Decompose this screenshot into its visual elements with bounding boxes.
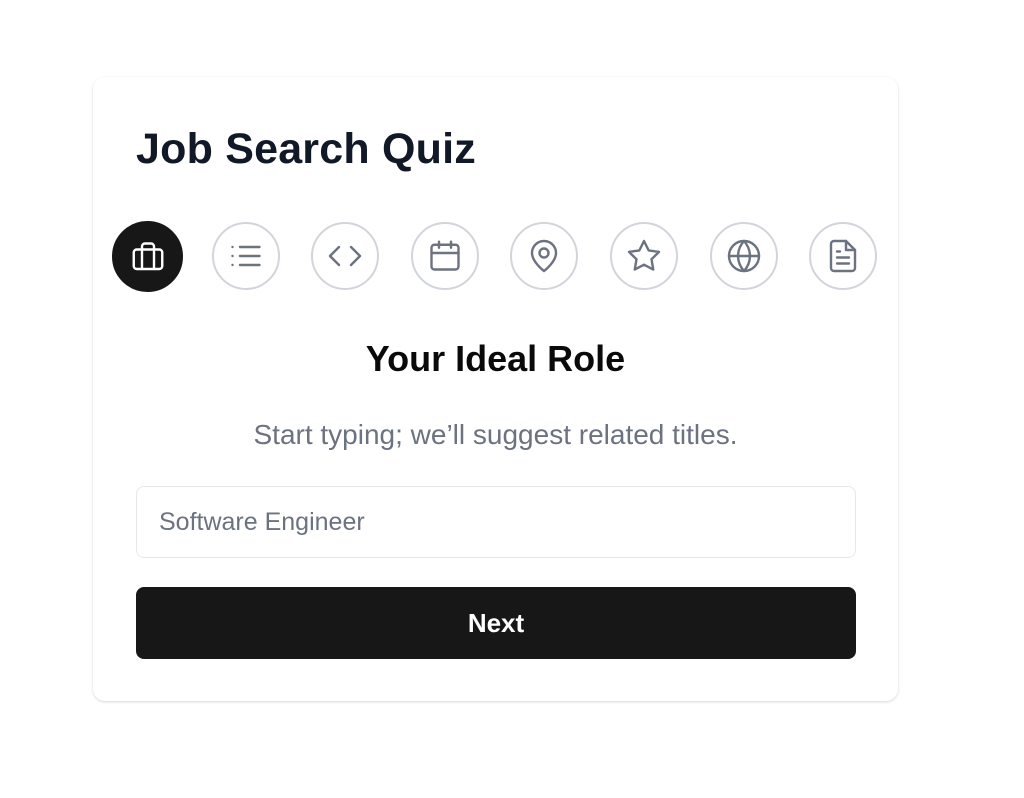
- code-icon: [328, 245, 362, 267]
- list-icon: [231, 245, 261, 267]
- step-role[interactable]: [112, 221, 183, 292]
- step-title: Your Ideal Role: [365, 338, 626, 379]
- map-pin-icon: [530, 239, 558, 273]
- role-input[interactable]: [136, 486, 856, 558]
- globe-icon: [727, 239, 761, 273]
- next-button[interactable]: Next: [136, 587, 856, 659]
- star-icon: [627, 239, 661, 271]
- step-remote[interactable]: [710, 222, 778, 290]
- document-icon: [829, 239, 857, 273]
- step-location[interactable]: [510, 222, 578, 290]
- briefcase-icon: [132, 241, 163, 270]
- step-resume[interactable]: [809, 222, 877, 290]
- step-subtitle: Start typing; we’ll suggest related titl…: [253, 419, 738, 450]
- step-skills[interactable]: [311, 222, 379, 290]
- step-schedule[interactable]: [411, 222, 479, 290]
- step-navigation: [112, 221, 880, 293]
- calendar-icon: [430, 240, 460, 271]
- quiz-card: Job Search Quiz Your Ideal Role Start ty…: [93, 77, 898, 701]
- quiz-title: Job Search Quiz: [136, 125, 476, 173]
- step-preferences[interactable]: [610, 222, 678, 290]
- step-list[interactable]: [212, 222, 280, 290]
